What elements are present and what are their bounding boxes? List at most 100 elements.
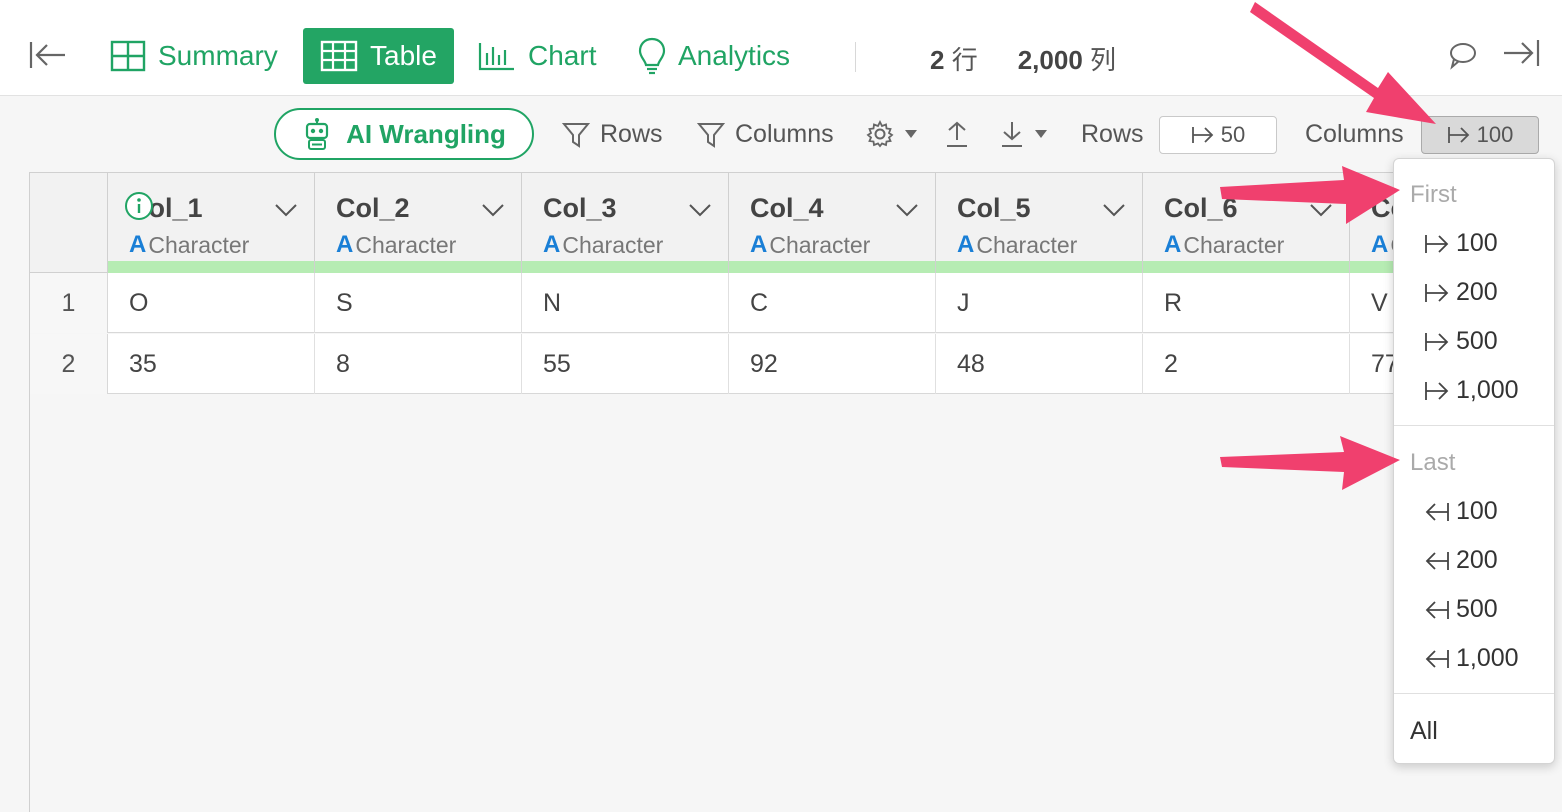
chart-icon [478, 43, 514, 71]
column-count: 2,000 列 [1017, 45, 1117, 75]
character-type-icon: A [1371, 231, 1389, 258]
upload-button[interactable] [945, 120, 969, 148]
settings-menu-button[interactable] [866, 120, 918, 148]
ai-wrangling-label: AI Wrangling [346, 118, 506, 149]
column-header[interactable]: Col_3 A Character [522, 173, 729, 273]
column-header[interactable]: Col_4 A Character [729, 173, 936, 273]
menu-item-all[interactable]: All [1410, 717, 1438, 746]
table-icon [320, 40, 358, 72]
columns-limit-label: Columns [1305, 120, 1404, 148]
caret-down-icon [905, 130, 917, 138]
info-icon[interactable] [124, 191, 154, 226]
divider [855, 42, 856, 72]
table-cell[interactable]: V [1350, 273, 1393, 333]
tab-table[interactable]: Table [303, 28, 454, 84]
rows-filter-button[interactable]: Rows [562, 120, 663, 149]
table-cell[interactable]: 35 [108, 334, 315, 394]
character-type-icon: A [957, 231, 975, 258]
column-type: ACharacter [1371, 231, 1393, 259]
last-arrow-icon [1425, 551, 1449, 570]
character-type-icon: A [336, 231, 354, 258]
table-cell[interactable]: J [936, 273, 1143, 333]
tab-chart[interactable]: Chart [464, 28, 610, 84]
column-header[interactable]: Col_5 A Character [936, 173, 1143, 273]
rows-limit-label: Rows [1081, 120, 1144, 148]
chevron-down-icon[interactable] [895, 203, 919, 217]
column-header[interactable]: Col_2 A Character [315, 173, 522, 273]
character-type-icon: A [129, 231, 147, 258]
table-cell[interactable]: 55 [522, 334, 729, 394]
character-type-icon: A [750, 231, 768, 258]
table-cell[interactable]: 2 [1143, 334, 1350, 394]
last-arrow-icon [1425, 502, 1449, 521]
table-row: 2 35 8 55 92 48 2 77 [30, 334, 1393, 394]
table-cell[interactable]: 48 [936, 334, 1143, 394]
column-name: Col_5 [957, 193, 1031, 223]
ai-wrangling-button[interactable]: AI Wrangling [274, 108, 534, 160]
quality-bar [315, 261, 521, 273]
column-header[interactable]: Col_1 A Character [108, 173, 315, 273]
table-cell[interactable]: C [729, 273, 936, 333]
table-cell[interactable]: 77 [1350, 334, 1393, 394]
table-cell[interactable]: O [108, 273, 315, 333]
chevron-down-icon[interactable] [1102, 203, 1126, 217]
table-cell[interactable]: 8 [315, 334, 522, 394]
download-menu-button[interactable] [1000, 120, 1048, 148]
quality-bar [1143, 261, 1349, 273]
menu-item-first-1000[interactable]: 1,000 [1424, 376, 1519, 405]
table-cell[interactable]: 92 [729, 334, 936, 394]
menu-item-last-100[interactable]: 100 [1424, 497, 1498, 526]
chevron-down-icon[interactable] [688, 203, 712, 217]
chevron-down-icon[interactable] [481, 203, 505, 217]
rows-limit-button[interactable]: 50 [1159, 116, 1277, 154]
collapse-left-icon[interactable] [28, 38, 68, 72]
columns-limit-button[interactable]: 100 [1421, 116, 1539, 154]
column-header[interactable]: Col_6 A Character [1143, 173, 1350, 273]
comment-icon[interactable] [1448, 40, 1478, 75]
menu-divider [1394, 425, 1554, 426]
tab-summary[interactable]: Summary [96, 28, 292, 84]
quality-bar [936, 261, 1142, 273]
column-name: Col_4 [750, 193, 824, 223]
first-arrow-icon [1425, 332, 1449, 351]
table-cell[interactable]: R [1143, 273, 1350, 333]
column-header-row: Col_1 A Character Col_2 A Character Col_3 … [30, 173, 1393, 273]
menu-item-first-200[interactable]: 200 [1424, 278, 1498, 307]
last-arrow-icon [1425, 649, 1449, 668]
quality-bar [1350, 261, 1393, 273]
columns-limit-value: 100 [1476, 122, 1514, 147]
table-row: 1 O S N C J R V [30, 273, 1393, 333]
collapse-right-icon[interactable] [1502, 38, 1540, 73]
menu-item-first-100[interactable]: 100 [1424, 229, 1498, 258]
rows-limit-value: 50 [1220, 122, 1246, 147]
menu-item-last-1000[interactable]: 1,000 [1424, 644, 1519, 673]
menu-section-last: Last [1410, 449, 1456, 476]
upload-icon [947, 121, 967, 147]
menu-section-first: First [1410, 181, 1457, 208]
lightbulb-icon [638, 37, 666, 75]
first-arrow-icon [1425, 381, 1449, 400]
column-type: ACharacter [336, 231, 457, 258]
columns-filter-button[interactable]: Columns [697, 120, 834, 149]
tab-chart-label: Chart [528, 40, 597, 71]
row-number: 2 [30, 334, 108, 394]
column-type: ACharacter [957, 231, 1078, 258]
table-cell[interactable]: N [522, 273, 729, 333]
column-header[interactable]: Col_7 ACharacter [1350, 173, 1393, 273]
caret-down-icon [1035, 130, 1047, 138]
columns-limit-menu: First 100 200 500 1,000 Last 100 200 500… [1393, 158, 1555, 764]
tab-table-label: Table [370, 40, 437, 71]
last-arrow-icon [1425, 600, 1449, 619]
chevron-down-icon[interactable] [274, 203, 298, 217]
menu-item-first-500[interactable]: 500 [1424, 327, 1498, 356]
table-toolbar: AI Wrangling Rows Columns Rows 50 Column… [0, 96, 1562, 174]
menu-item-last-200[interactable]: 200 [1424, 546, 1498, 575]
menu-item-last-500[interactable]: 500 [1424, 595, 1498, 624]
columns-filter-label: Columns [735, 120, 834, 148]
column-type: ACharacter [129, 231, 250, 258]
table-cell[interactable]: S [315, 273, 522, 333]
tab-analytics[interactable]: Analytics [624, 28, 804, 84]
chevron-down-icon[interactable] [1309, 203, 1333, 217]
column-type: ACharacter [1164, 231, 1285, 258]
column-type: ACharacter [750, 231, 871, 258]
